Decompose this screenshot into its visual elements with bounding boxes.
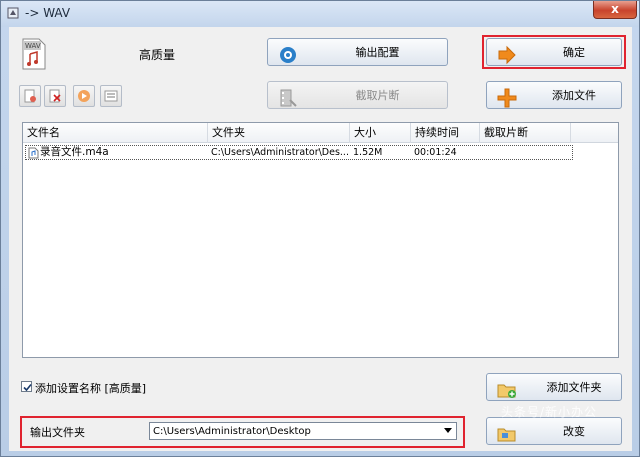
play-button[interactable] [73,85,95,107]
add-folder-label: 添加文件夹 [546,381,602,394]
remove-button[interactable] [19,85,41,107]
add-setting-name-checkbox[interactable] [21,381,32,392]
column-header-size[interactable]: 大小 [350,123,411,143]
clip-label: 截取片断 [355,89,400,102]
cell-clip [483,146,571,160]
converter-window: -> WAV x WAV 高质量 输出配置 确定 截取片断 添加文件 文件名 文… [0,0,640,457]
column-header-folder[interactable]: 文件夹 [208,123,350,143]
column-header-duration[interactable]: 持续时间 [411,123,480,143]
close-button[interactable]: x [593,1,637,19]
svg-text:WAV: WAV [25,42,41,50]
add-file-button[interactable]: 添加文件 [486,81,622,109]
clip-button[interactable]: 截取片断 [267,81,448,109]
watermark: 头条号/新小办公 [501,405,598,419]
table-header: 文件名 文件夹 大小 持续时间 截取片断 [23,123,618,143]
window-title: -> WAV [25,6,71,20]
preview-button[interactable] [100,85,122,107]
checkmark-icon [23,383,32,392]
dialog-body: WAV 高质量 输出配置 确定 截取片断 添加文件 文件名 文件夹 大小 持续时… [9,27,632,451]
cell-size: 1.52M [353,147,383,158]
cell-duration: 00:01:24 [414,147,457,158]
column-header-clip[interactable]: 截取片断 [480,123,571,143]
column-header-filename[interactable]: 文件名 [23,123,208,143]
app-icon [7,7,19,19]
quality-label: 高质量 [139,48,176,62]
add-folder-button[interactable]: 添加文件夹 [486,373,622,401]
title-bar: -> WAV x [1,1,639,27]
output-config-label: 输出配置 [355,46,400,59]
close-icon: x [611,2,619,16]
delete-button[interactable] [44,85,66,107]
remove-icon [24,89,36,103]
highlight-box-ok [482,35,626,69]
file-list-table[interactable]: 文件名 文件夹 大小 持续时间 截取片断 录音文件.m4a C:\Users\A… [22,122,619,358]
cell-filename: 录音文件.m4a [40,146,109,158]
highlight-box-output [20,416,465,448]
preview-icon [104,90,118,102]
change-button[interactable]: 改变 [486,417,622,445]
play-icon [78,90,90,102]
output-config-button[interactable]: 输出配置 [267,38,448,66]
wav-file-icon: WAV [22,38,46,70]
add-setting-name-label: 添加设置名称 [高质量] [35,382,147,395]
table-row[interactable]: 录音文件.m4a C:\Users\Administrator\Des... 1… [25,145,573,160]
change-label: 改变 [563,425,585,438]
audio-file-icon [28,147,39,159]
add-file-label: 添加文件 [552,89,596,102]
cell-folder: C:\Users\Administrator\Des... [211,147,349,158]
delete-icon [49,89,61,103]
